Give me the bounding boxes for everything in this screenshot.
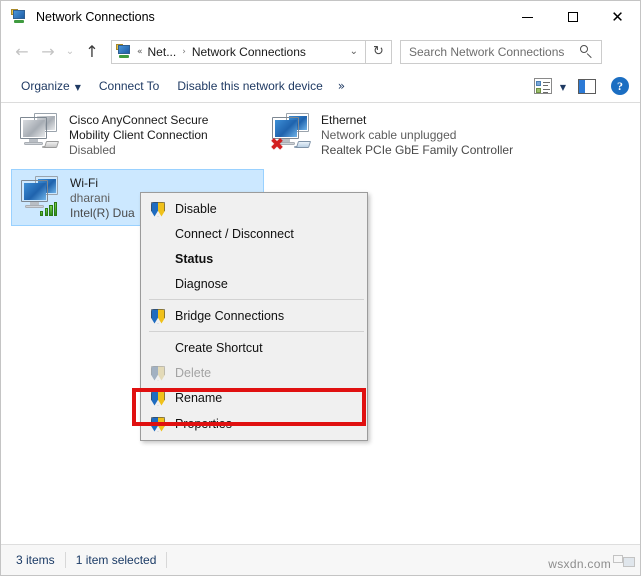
chevron-down-icon: ▼ xyxy=(74,82,81,92)
network-adapter-disabled-icon xyxy=(17,111,67,157)
adapter-name: Wi-Fi xyxy=(70,176,98,190)
connect-to-button[interactable]: Connect To xyxy=(90,74,169,98)
shield-icon xyxy=(147,305,169,327)
window-controls: ✕ xyxy=(505,1,640,33)
maximize-button[interactable] xyxy=(550,1,595,33)
menu-item-status[interactable]: Status xyxy=(141,246,367,271)
minimize-icon xyxy=(522,16,533,18)
menu-item-create-shortcut[interactable]: Create Shortcut xyxy=(141,335,367,360)
help-icon[interactable]: ? xyxy=(611,77,629,95)
close-button[interactable]: ✕ xyxy=(595,1,640,33)
status-bar: 3 items 1 item selected xyxy=(1,544,640,575)
command-bar-right: ▼ ? xyxy=(533,77,629,95)
navigation-bar: ← → ⌄ ↑ « Net... › Network Connections ⌄… xyxy=(1,33,640,70)
view-options-icon[interactable] xyxy=(533,78,552,94)
preview-pane-icon[interactable] xyxy=(578,78,596,94)
menu-item-label: Connect / Disconnect xyxy=(175,226,294,241)
address-bar-icon xyxy=(116,43,132,60)
menu-icon-slot xyxy=(147,248,169,270)
network-adapter-unplugged-icon: ✖ xyxy=(269,111,319,157)
address-dropdown-icon[interactable]: ⌄ xyxy=(350,46,358,57)
search-box[interactable]: Search Network Connections xyxy=(400,39,602,64)
breadcrumb-overflow-icon[interactable]: « xyxy=(137,47,143,57)
breadcrumb-segment-1[interactable]: Network Connections xyxy=(192,45,306,59)
menu-item-label: Delete xyxy=(175,365,212,380)
signal-bars-icon xyxy=(40,200,62,216)
list-item[interactable]: Cisco AnyConnect Secure Mobility Client … xyxy=(11,107,251,162)
shield-icon xyxy=(147,387,169,409)
menu-item-label: Rename xyxy=(175,390,223,405)
menu-item-bridge-connections[interactable]: Bridge Connections xyxy=(141,303,367,328)
menu-icon-slot xyxy=(147,273,169,295)
menu-item-diagnose[interactable]: Diagnose xyxy=(141,271,367,296)
wifi-adapter-icon xyxy=(18,174,68,220)
menu-item-disable[interactable]: Disable xyxy=(141,196,367,221)
organize-label: Organize xyxy=(21,79,70,93)
shield-icon xyxy=(147,198,169,220)
watermark: wsxdn.com xyxy=(548,555,635,571)
connect-to-label: Connect To xyxy=(98,79,160,93)
breadcrumb-segment-0[interactable]: Net... xyxy=(148,45,177,59)
recent-locations-icon[interactable]: ⌄ xyxy=(61,39,79,65)
context-menu: Disable Connect / Disconnect Status Diag… xyxy=(140,192,368,441)
menu-item-label: Status xyxy=(175,251,214,266)
up-button-icon[interactable]: ↑ xyxy=(79,39,105,65)
search-icon xyxy=(580,45,593,58)
watermark-icon xyxy=(613,555,635,570)
menu-icon-slot xyxy=(147,337,169,359)
menu-separator xyxy=(149,331,364,332)
network-connections-window: Network Connections ✕ ← → ⌄ ↑ « Net... ›… xyxy=(0,0,641,576)
item-count-label: 3 items xyxy=(16,553,55,567)
menu-item-delete: Delete xyxy=(141,360,367,385)
shield-icon xyxy=(147,413,169,435)
refresh-button[interactable]: ↻ xyxy=(366,39,392,64)
menu-item-connect-disconnect[interactable]: Connect / Disconnect xyxy=(141,221,367,246)
menu-item-label: Diagnose xyxy=(175,276,228,291)
selection-label: 1 item selected xyxy=(75,553,157,567)
network-connections-icon xyxy=(11,9,27,25)
menu-item-rename[interactable]: Rename xyxy=(141,385,367,410)
adapter-status: dharani xyxy=(70,191,111,205)
address-bar[interactable]: « Net... › Network Connections ⌄ xyxy=(111,39,366,64)
forward-button-icon[interactable]: → xyxy=(35,39,61,65)
window-title: Network Connections xyxy=(36,10,155,24)
menu-item-label: Disable xyxy=(175,201,217,216)
adapter-name: Cisco AnyConnect Secure Mobility Client … xyxy=(69,113,209,142)
menu-item-label: Bridge Connections xyxy=(175,308,285,323)
view-options-chevron-down-icon[interactable]: ▼ xyxy=(560,83,566,92)
status-divider xyxy=(166,552,168,568)
list-item-text: Cisco AnyConnect Secure Mobility Client … xyxy=(69,111,229,158)
command-bar: Organize ▼ Connect To Disable this netwo… xyxy=(1,70,640,103)
search-input[interactable]: Search Network Connections xyxy=(409,45,564,59)
adapter-device: Realtek PCIe GbE Family Controller xyxy=(321,143,514,157)
adapter-status: Disabled xyxy=(69,143,116,157)
adapter-name: Ethernet xyxy=(321,113,367,127)
menu-item-properties[interactable]: Properties xyxy=(141,410,367,437)
disable-device-label: Disable this network device xyxy=(177,79,323,93)
organize-button[interactable]: Organize ▼ xyxy=(12,74,90,98)
breadcrumb-separator-icon: › xyxy=(182,46,186,57)
list-item[interactable]: ✖ Ethernet Network cable unplugged Realt… xyxy=(263,107,528,162)
menu-separator xyxy=(149,299,364,300)
toolbar-overflow-button[interactable]: » xyxy=(332,74,351,98)
list-item-text: Ethernet Network cable unplugged Realtek… xyxy=(321,111,513,158)
menu-item-label: Create Shortcut xyxy=(175,340,263,355)
adapter-device: Intel(R) Dua xyxy=(70,206,135,220)
menu-item-label: Properties xyxy=(175,416,232,431)
menu-icon-slot xyxy=(147,223,169,245)
watermark-text: wsxdn.com xyxy=(548,557,611,571)
minimize-button[interactable] xyxy=(505,1,550,33)
close-icon: ✕ xyxy=(611,7,624,26)
list-item-text: Wi-Fi dharani Intel(R) Dua xyxy=(70,174,135,221)
back-button-icon[interactable]: ← xyxy=(9,39,35,65)
shield-icon xyxy=(147,362,169,384)
adapter-status: Network cable unplugged xyxy=(321,128,457,142)
maximize-icon xyxy=(567,12,578,22)
error-x-icon: ✖ xyxy=(269,135,285,155)
disable-device-button[interactable]: Disable this network device xyxy=(168,74,331,98)
title-bar: Network Connections ✕ xyxy=(1,1,640,33)
